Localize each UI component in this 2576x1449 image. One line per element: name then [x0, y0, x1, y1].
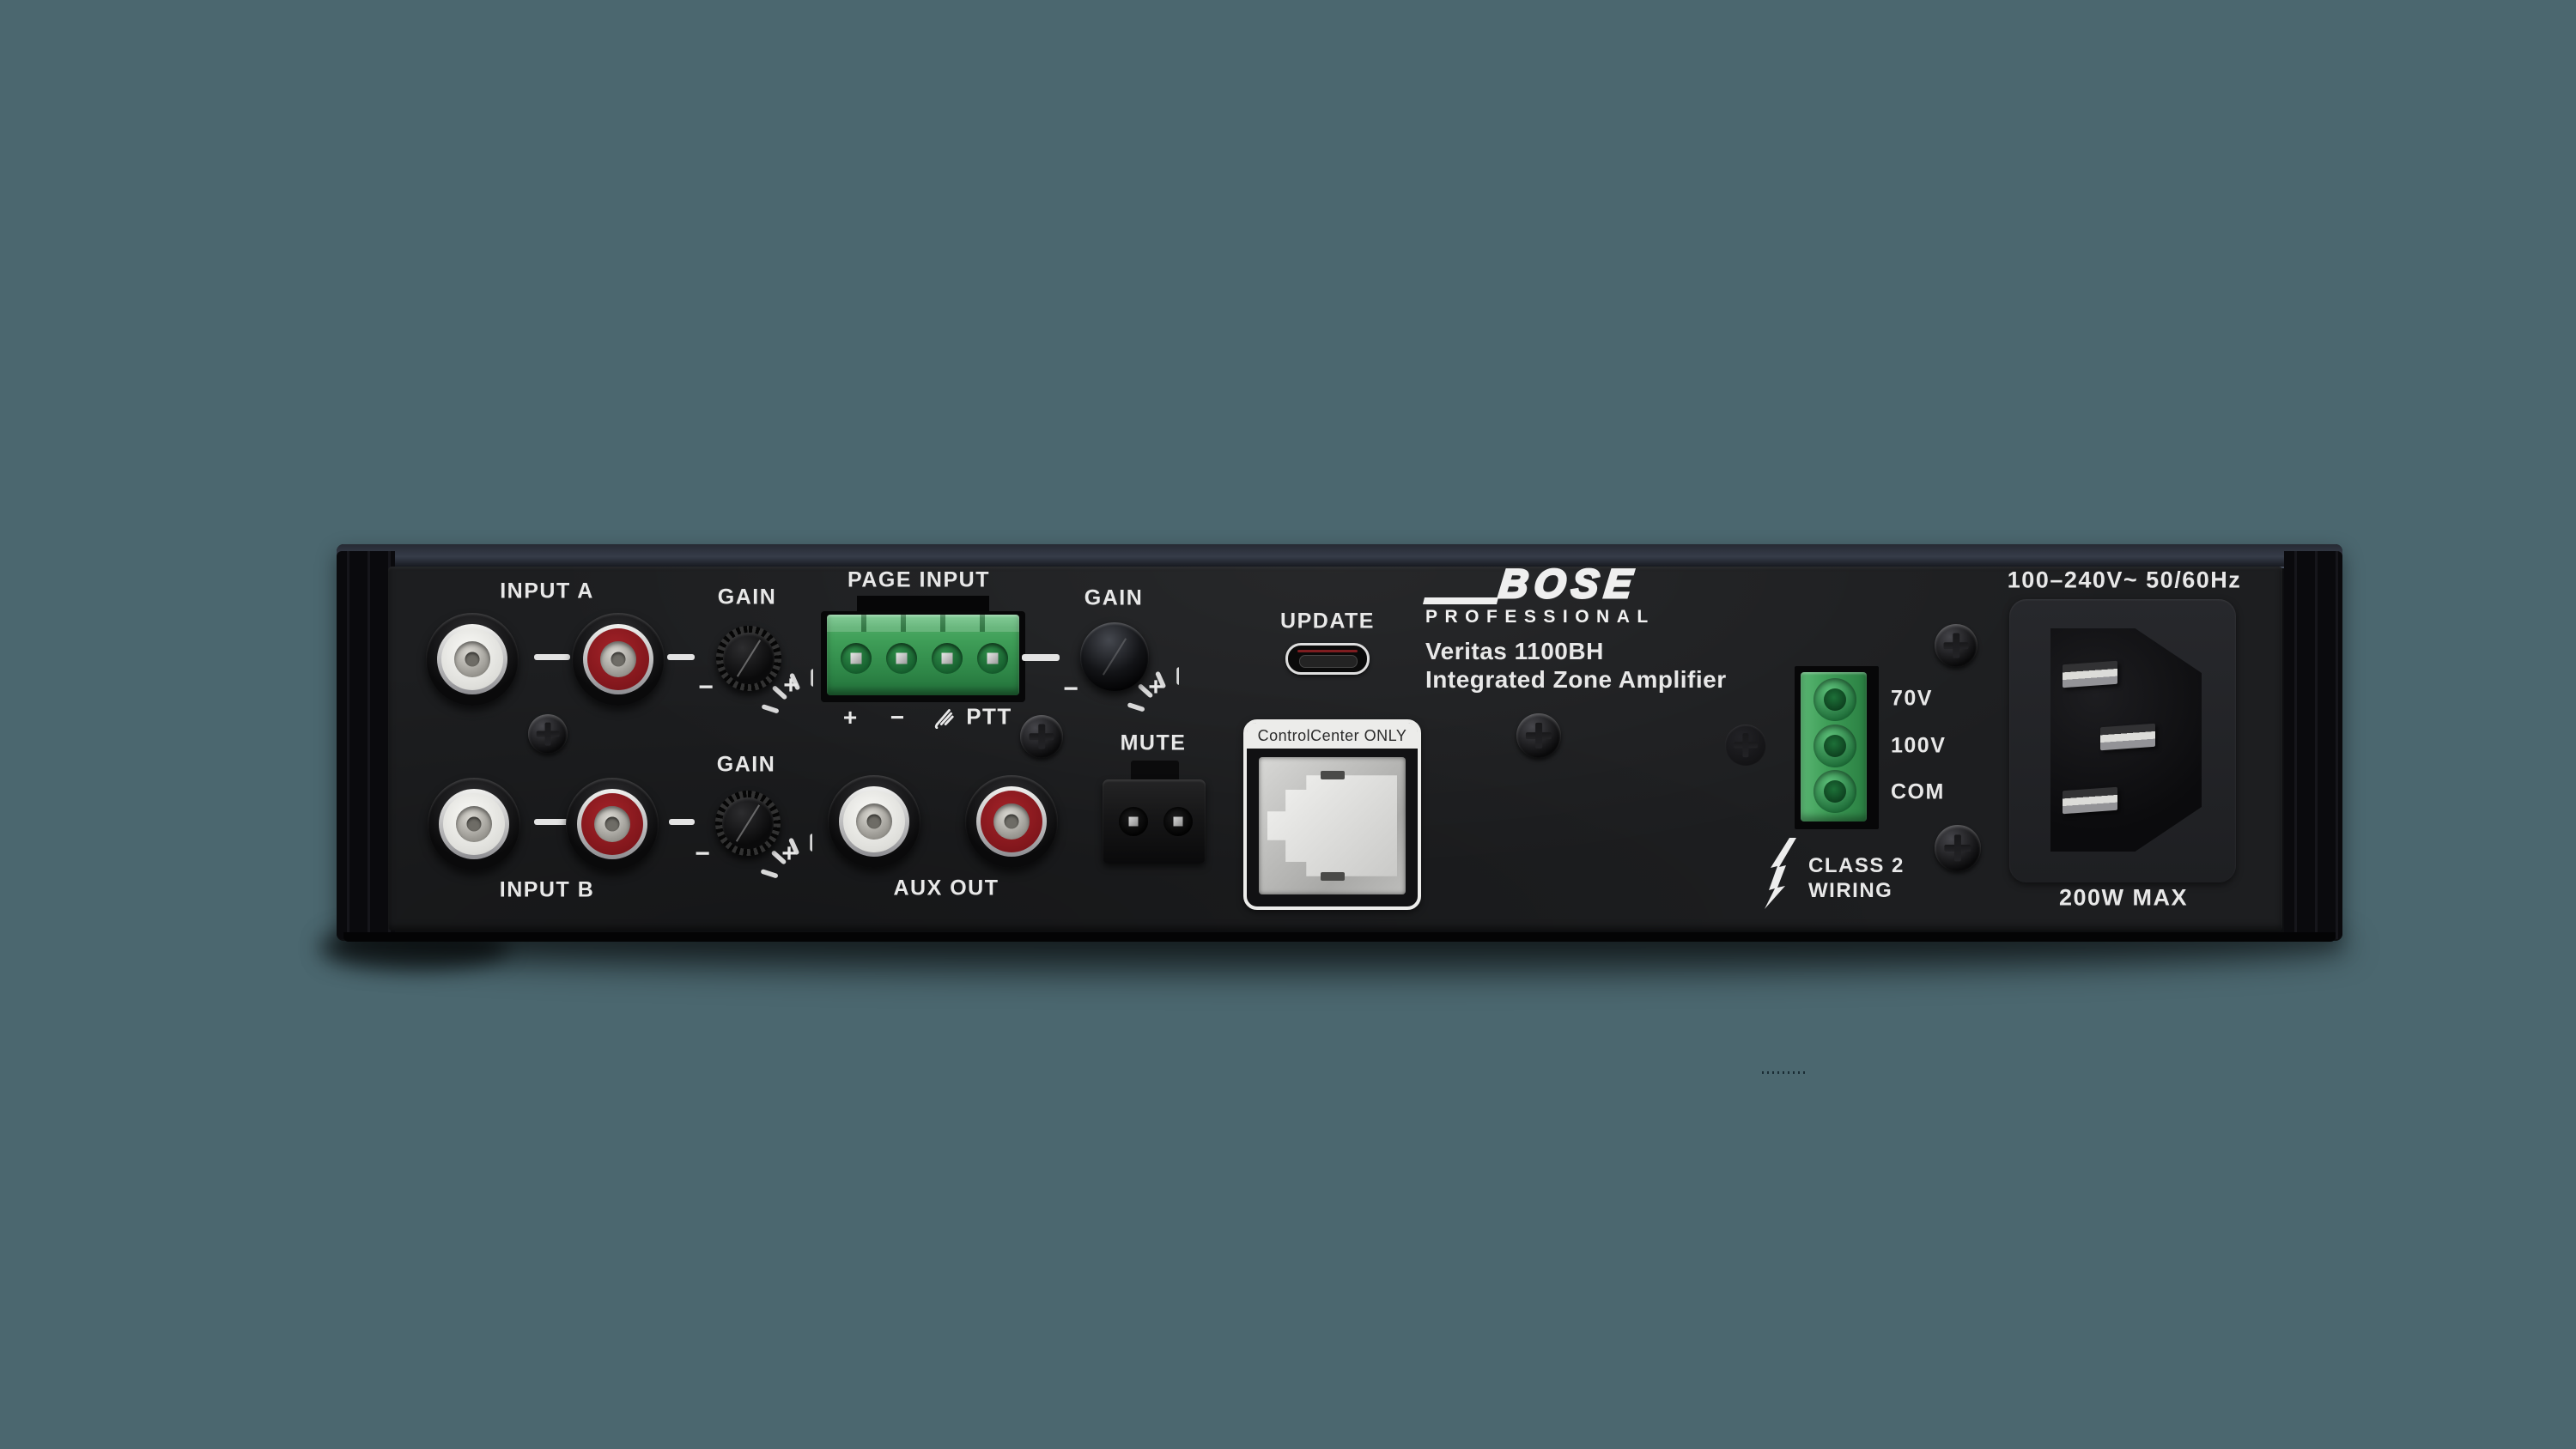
usb-c-update-port [1285, 643, 1370, 675]
rack-ear-right [2284, 551, 2342, 939]
rca-socket [454, 641, 490, 677]
page-pin-minus-socket [886, 643, 917, 674]
page-pin-plus-socket [841, 643, 872, 674]
input-a-right-rca-jack [572, 613, 665, 706]
rj45-contact-block [1321, 771, 1345, 779]
input-a-left-rca-jack [426, 613, 519, 706]
gain-b-plus: + [781, 840, 797, 869]
rj45-contact-block [1321, 872, 1345, 881]
product-photo-scene: INPUT A GAIN − + PAGE INPUT + − PTT GAIN [0, 0, 2576, 1449]
rj45-cavity [1267, 766, 1397, 886]
channel-link-dash [534, 654, 570, 660]
knob-pointer [737, 640, 761, 676]
phillips-screw [1516, 713, 1561, 758]
phillips-screw [1935, 825, 1981, 871]
chassis-top-bevel [337, 544, 2342, 568]
aux-out-right-rca-jack [965, 775, 1058, 868]
page-gain-plus: + [1148, 673, 1163, 702]
tap-100v-label: 100V [1891, 734, 1946, 759]
input-b-left-rca-jack [428, 778, 520, 870]
tap-100v-port [1814, 724, 1856, 767]
bose-logo: BOSE [1497, 560, 1640, 607]
rca-socket [993, 803, 1030, 840]
page-pin-ptt-label: PTT [966, 704, 1012, 731]
knurled-knob [715, 791, 781, 856]
page-input-label: PAGE INPUT [848, 568, 990, 593]
usb-c-tongue [1299, 655, 1358, 668]
tap-com-label: COM [1891, 780, 1945, 805]
mute-terminal-block [1103, 779, 1206, 864]
iec-pin-earth [2100, 724, 2155, 750]
page-pin-ptt-socket [977, 643, 1008, 674]
page-input-euroblock [827, 615, 1019, 695]
aux-out-left-rca-jack [828, 775, 920, 868]
iec-inlet-plate [2009, 599, 2236, 882]
rack-ear-left [337, 551, 395, 939]
gain-b-minus: − [695, 840, 710, 869]
brand-division: PROFESSIONAL [1425, 607, 1656, 627]
speaker-output-euroblock [1801, 672, 1867, 822]
product-name: Integrated Zone Amplifier [1425, 666, 1727, 694]
euroblock-top-notches [827, 615, 1019, 632]
mute-pin-socket [1163, 807, 1193, 836]
mute-label: MUTE [1121, 731, 1187, 756]
rca-socket [594, 806, 630, 842]
phillips-screw [1935, 624, 1978, 667]
usb-c-pcb-edge [1297, 650, 1358, 652]
power-rating-label: 100–240V~ 50/60Hz [2008, 567, 2241, 594]
input-b-right-rca-jack [566, 778, 659, 870]
rca-socket [600, 641, 636, 677]
knob-pointer [736, 804, 760, 841]
aux-out-label: AUX OUT [894, 876, 999, 901]
background-dots-artifact [1762, 1071, 1805, 1074]
input-a-label: INPUT A [500, 579, 594, 604]
channel-link-dash [534, 819, 570, 825]
knurled-knob [716, 626, 781, 691]
chassis-ground-icon [933, 705, 955, 729]
chassis-bottom-lip [343, 932, 2336, 942]
tap-70v-port [1814, 678, 1856, 721]
power-max-label: 200W MAX [2059, 885, 2188, 912]
model-name: Veritas 1100BH [1425, 638, 1604, 665]
gain-a-knob [684, 594, 813, 723]
gain-a-plus: + [783, 671, 799, 700]
lightning-bolt-icon [1760, 837, 1800, 911]
mute-pin-socket [1119, 807, 1148, 836]
page-pin-ground-socket [932, 643, 963, 674]
class2-wiring-line1: CLASS 2 [1808, 854, 1905, 878]
knob-pointer [1103, 638, 1127, 675]
gain-a-minus: − [698, 673, 714, 702]
control-center-port-label: ControlCenter ONLY [1247, 723, 1418, 749]
tap-com-port [1814, 770, 1856, 813]
page-gain-minus: − [1063, 675, 1078, 704]
smooth-knob [1080, 622, 1149, 691]
class2-wiring-line2: WIRING [1808, 879, 1893, 903]
iec-pin-line [2063, 661, 2117, 688]
page-pin-minus-label: − [890, 704, 904, 731]
iec-pin-neutral [2063, 787, 2117, 814]
tap-70v-label: 70V [1891, 687, 1933, 712]
input-b-label: INPUT B [500, 878, 595, 903]
rca-socket [456, 806, 492, 842]
update-label: UPDATE [1280, 609, 1375, 634]
phillips-screw-flush [1725, 724, 1766, 766]
phillips-screw [1020, 715, 1063, 758]
page-pin-plus-label: + [843, 704, 857, 731]
control-center-port-plate: ControlCenter ONLY [1243, 719, 1421, 910]
rj45-port [1259, 757, 1406, 894]
phillips-screw [528, 714, 568, 754]
bose-logo-underbar [1423, 597, 1498, 604]
rca-socket [856, 803, 892, 840]
